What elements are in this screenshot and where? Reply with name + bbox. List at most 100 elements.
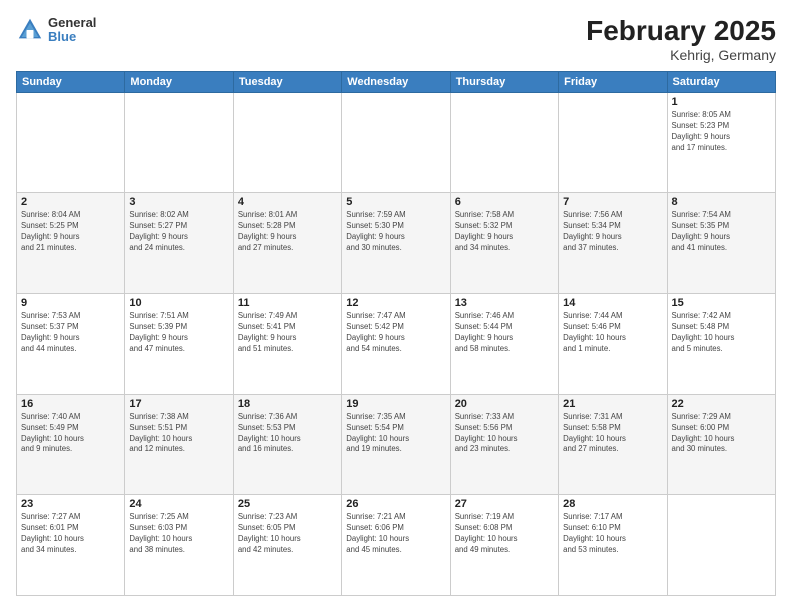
day-info: Sunrise: 7:38 AM Sunset: 5:51 PM Dayligh… — [129, 412, 228, 456]
calendar-cell: 10 Sunrise: 7:51 AM Sunset: 5:39 PM Dayli… — [125, 294, 233, 395]
day-number: 16 — [21, 398, 120, 410]
calendar-cell: 11Sunrise: 7:49 AM Sunset: 5:41 PM Dayli… — [233, 294, 341, 395]
col-monday: Monday — [125, 71, 233, 92]
day-number: 9 — [21, 297, 120, 309]
calendar-cell: 27 Sunrise: 7:19 AM Sunset: 6:08 PM Dayli… — [450, 495, 558, 596]
day-info: Sunrise: 7:17 AM Sunset: 6:10 PM Dayligh… — [563, 512, 662, 556]
day-info: Sunrise: 7:51 AM Sunset: 5:39 PM Dayligh… — [129, 311, 228, 355]
day-info: Sunrise: 7:19 AM Sunset: 6:08 PM Dayligh… — [455, 512, 554, 556]
calendar-week-row: 23 Sunrise: 7:27 AM Sunset: 6:01 PM Dayli… — [17, 495, 776, 596]
calendar-cell: 7 Sunrise: 7:56 AM Sunset: 5:34 PM Daylig… — [559, 193, 667, 294]
calendar-cell — [667, 495, 775, 596]
day-info: Sunrise: 7:59 AM Sunset: 5:30 PM Dayligh… — [346, 210, 445, 254]
day-number: 25 — [238, 498, 337, 510]
day-number: 3 — [129, 196, 228, 208]
day-info: Sunrise: 7:47 AM Sunset: 5:42 PM Dayligh… — [346, 311, 445, 355]
day-number: 2 — [21, 196, 120, 208]
day-number: 27 — [455, 498, 554, 510]
day-number: 13 — [455, 297, 554, 309]
col-friday: Friday — [559, 71, 667, 92]
calendar-cell: 3 Sunrise: 8:02 AM Sunset: 5:27 PM Daylig… — [125, 193, 233, 294]
day-number: 5 — [346, 196, 445, 208]
day-number: 18 — [238, 398, 337, 410]
calendar-title: February 2025 — [586, 16, 776, 47]
calendar-cell: 19Sunrise: 7:35 AM Sunset: 5:54 PM Dayli… — [342, 394, 450, 495]
col-thursday: Thursday — [450, 71, 558, 92]
logo-text: General Blue — [48, 16, 96, 45]
day-number: 17 — [129, 398, 228, 410]
day-info: Sunrise: 7:54 AM Sunset: 5:35 PM Dayligh… — [672, 210, 771, 254]
day-number: 4 — [238, 196, 337, 208]
day-info: Sunrise: 8:02 AM Sunset: 5:27 PM Dayligh… — [129, 210, 228, 254]
calendar-cell — [450, 92, 558, 193]
calendar-cell: 20Sunrise: 7:33 AM Sunset: 5:56 PM Dayli… — [450, 394, 558, 495]
day-info: Sunrise: 7:27 AM Sunset: 6:01 PM Dayligh… — [21, 512, 120, 556]
col-sunday: Sunday — [17, 71, 125, 92]
calendar-week-row: 1 Sunrise: 8:05 AM Sunset: 5:23 PM Daylig… — [17, 92, 776, 193]
day-info: Sunrise: 7:49 AM Sunset: 5:41 PM Dayligh… — [238, 311, 337, 355]
day-number: 21 — [563, 398, 662, 410]
day-number: 19 — [346, 398, 445, 410]
logo-general-text: General — [48, 16, 96, 30]
title-block: February 2025 Kehrig, Germany — [586, 16, 776, 63]
day-info: Sunrise: 7:29 AM Sunset: 6:00 PM Dayligh… — [672, 412, 771, 456]
col-wednesday: Wednesday — [342, 71, 450, 92]
day-number: 10 — [129, 297, 228, 309]
calendar-cell: 9 Sunrise: 7:53 AM Sunset: 5:37 PM Daylig… — [17, 294, 125, 395]
calendar-cell — [125, 92, 233, 193]
day-number: 20 — [455, 398, 554, 410]
page: General Blue February 2025 Kehrig, Germa… — [0, 0, 792, 612]
day-number: 6 — [455, 196, 554, 208]
day-number: 14 — [563, 297, 662, 309]
day-info: Sunrise: 7:46 AM Sunset: 5:44 PM Dayligh… — [455, 311, 554, 355]
day-info: Sunrise: 7:44 AM Sunset: 5:46 PM Dayligh… — [563, 311, 662, 355]
calendar-cell: 28 Sunrise: 7:17 AM Sunset: 6:10 PM Dayli… — [559, 495, 667, 596]
calendar-cell: 18 Sunrise: 7:36 AM Sunset: 5:53 PM Dayli… — [233, 394, 341, 495]
calendar-cell: 14 Sunrise: 7:44 AM Sunset: 5:46 PM Dayli… — [559, 294, 667, 395]
day-info: Sunrise: 7:53 AM Sunset: 5:37 PM Dayligh… — [21, 311, 120, 355]
calendar-week-row: 2Sunrise: 8:04 AM Sunset: 5:25 PM Daylig… — [17, 193, 776, 294]
calendar-cell — [559, 92, 667, 193]
day-info: Sunrise: 8:01 AM Sunset: 5:28 PM Dayligh… — [238, 210, 337, 254]
day-number: 8 — [672, 196, 771, 208]
logo: General Blue — [16, 16, 96, 45]
calendar-week-row: 9 Sunrise: 7:53 AM Sunset: 5:37 PM Daylig… — [17, 294, 776, 395]
calendar-cell — [342, 92, 450, 193]
calendar-cell: 17 Sunrise: 7:38 AM Sunset: 5:51 PM Dayli… — [125, 394, 233, 495]
calendar-subtitle: Kehrig, Germany — [586, 47, 776, 63]
calendar-cell: 6 Sunrise: 7:58 AM Sunset: 5:32 PM Daylig… — [450, 193, 558, 294]
day-info: Sunrise: 7:42 AM Sunset: 5:48 PM Dayligh… — [672, 311, 771, 355]
calendar-cell — [17, 92, 125, 193]
day-number: 28 — [563, 498, 662, 510]
day-info: Sunrise: 8:05 AM Sunset: 5:23 PM Dayligh… — [672, 110, 771, 154]
calendar-cell: 5 Sunrise: 7:59 AM Sunset: 5:30 PM Daylig… — [342, 193, 450, 294]
calendar-cell: 2Sunrise: 8:04 AM Sunset: 5:25 PM Daylig… — [17, 193, 125, 294]
day-number: 7 — [563, 196, 662, 208]
day-number: 26 — [346, 498, 445, 510]
calendar-cell: 25Sunrise: 7:23 AM Sunset: 6:05 PM Dayli… — [233, 495, 341, 596]
calendar-cell: 15Sunrise: 7:42 AM Sunset: 5:48 PM Dayli… — [667, 294, 775, 395]
calendar-cell: 4 Sunrise: 8:01 AM Sunset: 5:28 PM Daylig… — [233, 193, 341, 294]
day-info: Sunrise: 7:36 AM Sunset: 5:53 PM Dayligh… — [238, 412, 337, 456]
calendar-cell: 24Sunrise: 7:25 AM Sunset: 6:03 PM Dayli… — [125, 495, 233, 596]
calendar-header-row: Sunday Monday Tuesday Wednesday Thursday… — [17, 71, 776, 92]
calendar-cell: 12Sunrise: 7:47 AM Sunset: 5:42 PM Dayli… — [342, 294, 450, 395]
calendar-table: Sunday Monday Tuesday Wednesday Thursday… — [16, 71, 776, 596]
day-info: Sunrise: 7:58 AM Sunset: 5:32 PM Dayligh… — [455, 210, 554, 254]
calendar-week-row: 16 Sunrise: 7:40 AM Sunset: 5:49 PM Dayli… — [17, 394, 776, 495]
day-info: Sunrise: 7:56 AM Sunset: 5:34 PM Dayligh… — [563, 210, 662, 254]
day-number: 24 — [129, 498, 228, 510]
calendar-cell: 1 Sunrise: 8:05 AM Sunset: 5:23 PM Daylig… — [667, 92, 775, 193]
day-number: 23 — [21, 498, 120, 510]
day-number: 1 — [672, 96, 771, 108]
calendar-cell: 8 Sunrise: 7:54 AM Sunset: 5:35 PM Daylig… — [667, 193, 775, 294]
day-info: Sunrise: 7:40 AM Sunset: 5:49 PM Dayligh… — [21, 412, 120, 456]
day-number: 22 — [672, 398, 771, 410]
calendar-cell: 26Sunrise: 7:21 AM Sunset: 6:06 PM Dayli… — [342, 495, 450, 596]
calendar-cell: 21 Sunrise: 7:31 AM Sunset: 5:58 PM Dayli… — [559, 394, 667, 495]
logo-icon — [16, 16, 44, 44]
calendar-cell: 13 Sunrise: 7:46 AM Sunset: 5:44 PM Dayli… — [450, 294, 558, 395]
calendar-cell — [233, 92, 341, 193]
calendar-cell: 22 Sunrise: 7:29 AM Sunset: 6:00 PM Dayli… — [667, 394, 775, 495]
day-info: Sunrise: 7:31 AM Sunset: 5:58 PM Dayligh… — [563, 412, 662, 456]
